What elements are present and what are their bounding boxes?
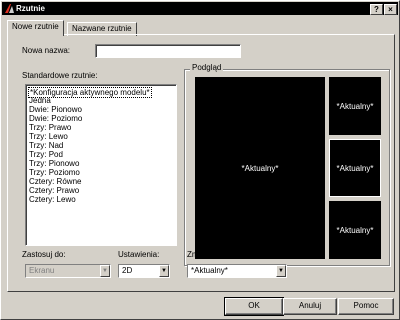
- viewport-label: *Aktualny*: [336, 101, 374, 111]
- ok-button[interactable]: OK: [224, 297, 284, 316]
- list-item[interactable]: Trzy: Lewo: [29, 132, 68, 141]
- list-item[interactable]: Trzy: Pod: [29, 150, 63, 159]
- list-item[interactable]: Trzy: Pionowo: [29, 159, 79, 168]
- window-title: Rzutnie: [16, 4, 45, 13]
- chevron-down-icon[interactable]: ▼: [276, 265, 286, 277]
- help-title-button[interactable]: ?: [370, 4, 383, 15]
- new-name-label: Nowa nazwa:: [22, 46, 71, 55]
- tab-new-viewports[interactable]: Nowe rzutnie: [7, 20, 64, 36]
- new-name-input[interactable]: [95, 44, 241, 58]
- close-title-button[interactable]: ×: [384, 4, 397, 15]
- viewports-dialog: Rzutnie ? × Nowe rzutnie Nazwane rzutnie…: [0, 0, 400, 320]
- change-view-label: Zmień widok na:: [187, 250, 246, 259]
- preview-viewport-bottom-right[interactable]: *Aktualny*: [329, 201, 381, 259]
- viewport-label: *Aktualny*: [336, 163, 374, 173]
- preview-label: Podgląd: [190, 63, 224, 73]
- autocad-icon: [5, 4, 14, 13]
- change-view-select[interactable]: *Aktualny* ▼: [187, 264, 287, 278]
- preview-viewport-main[interactable]: *Aktualny*: [195, 77, 325, 259]
- setup-label: Ustawienia:: [118, 250, 160, 259]
- list-item[interactable]: Trzy: Nad: [29, 141, 63, 150]
- title-bar[interactable]: Rzutnie ? ×: [2, 2, 398, 15]
- list-item[interactable]: Dwie: Poziomo: [29, 114, 82, 123]
- setup-select[interactable]: 2D ▼: [118, 264, 170, 278]
- chevron-down-icon[interactable]: ▼: [159, 265, 169, 277]
- list-item[interactable]: Dwie: Pionowo: [29, 105, 82, 114]
- tab-panel: Nowa nazwa: Standardowe rzutnie: *Konfig…: [7, 34, 395, 292]
- standard-viewports-label: Standardowe rzutnie:: [22, 71, 98, 80]
- list-item[interactable]: Cztery: Lewo: [29, 195, 76, 204]
- standard-viewports-list[interactable]: *Konfiguracja aktywnego modelu* Jedna Dw…: [25, 84, 177, 246]
- viewport-label: *Aktualny*: [241, 163, 279, 173]
- list-item[interactable]: Cztery: Równe: [29, 177, 81, 186]
- chevron-down-icon[interactable]: ▼: [100, 265, 110, 277]
- cancel-button[interactable]: Anuluj: [283, 298, 337, 315]
- help-button[interactable]: Pomoc: [338, 298, 394, 315]
- viewport-label: *Aktualny*: [336, 225, 374, 235]
- preview-viewport-middle-right[interactable]: *Aktualny*: [329, 139, 381, 197]
- list-item[interactable]: Trzy: Prawo: [29, 123, 71, 132]
- apply-to-label: Zastosuj do:: [22, 250, 66, 259]
- list-item[interactable]: Cztery: Prawo: [29, 186, 79, 195]
- list-item[interactable]: Jedna: [29, 96, 51, 105]
- list-item[interactable]: Trzy: Poziomo: [29, 168, 80, 177]
- apply-to-select[interactable]: Ekranu ▼: [25, 264, 111, 278]
- preview-viewport-top-right[interactable]: *Aktualny*: [329, 77, 381, 135]
